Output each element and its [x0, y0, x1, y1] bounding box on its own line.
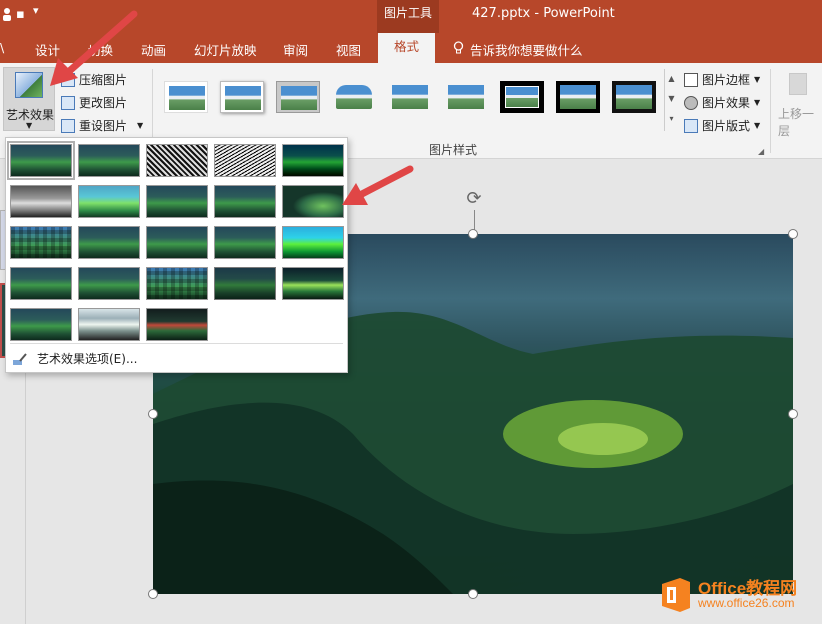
effect-mosaic-bubbles[interactable] [214, 226, 276, 259]
artistic-effects-options-item[interactable]: 艺术效果选项(E)... [12, 350, 137, 367]
picture-styles-group-label: 图片样式 [429, 143, 478, 157]
resize-handle[interactable] [148, 589, 158, 599]
pen-icon [684, 72, 698, 87]
resize-handle[interactable] [788, 409, 798, 419]
tab-review[interactable]: 审阅 [283, 40, 308, 59]
picture-border-label: 图片边框 [702, 73, 751, 87]
gallery-more-icon[interactable]: ▾ [665, 109, 678, 129]
watermark: Office教程网 www.office26.com [658, 576, 797, 614]
effect-glow-diffused[interactable] [214, 185, 276, 218]
reset-picture-icon [61, 118, 75, 133]
effects-icon [684, 95, 698, 110]
effect-texturizer[interactable] [78, 267, 140, 300]
tell-me-box[interactable]: 告诉我你想要做什么 [470, 40, 583, 59]
effect-glow-edges[interactable] [146, 308, 208, 341]
separator-icon: ▪ [16, 7, 25, 22]
artistic-effects-icon [15, 72, 43, 98]
menu-separator [10, 343, 343, 344]
effect-none[interactable] [7, 141, 75, 180]
effect-plastic-wrap[interactable] [282, 267, 344, 300]
watermark-title: Office教程网 [698, 579, 798, 598]
dialog-launcher-icon[interactable]: ◢ [758, 147, 764, 156]
picture-style-soft-edge[interactable] [220, 81, 264, 113]
picture-effects-label: 图片效果 [702, 96, 751, 110]
effect-pastels-smooth[interactable] [214, 267, 276, 300]
resize-handle[interactable] [468, 229, 478, 239]
brush-icon [12, 352, 28, 366]
picture-layout-button[interactable]: 图片版式 ▼ [684, 117, 760, 134]
picture-style-simple-frame[interactable] [164, 81, 208, 113]
picture-style-reflected[interactable] [388, 81, 432, 113]
effect-glass[interactable] [282, 226, 344, 259]
picture-style-selected[interactable] [276, 81, 320, 113]
picture-layout-label: 图片版式 [702, 119, 751, 133]
annotation-arrow-icon [342, 165, 414, 205]
picture-style-black-rect[interactable] [612, 81, 656, 113]
effect-chalk-sketch[interactable] [10, 185, 72, 218]
chevron-down-icon: ▼ [26, 121, 33, 130]
effect-crisscross-etching[interactable] [146, 267, 208, 300]
effect-film-grain[interactable] [146, 226, 208, 259]
bring-forward-label[interactable]: 上移一层 [778, 105, 822, 139]
effect-paint-brush[interactable] [146, 185, 208, 218]
effect-cutout[interactable] [10, 308, 72, 341]
effect-blur[interactable] [282, 185, 344, 218]
gallery-scrollbar[interactable]: ▲ ▼ ▾ [664, 69, 678, 131]
chevron-down-icon: ▼ [754, 121, 761, 130]
reset-picture-button[interactable]: 重设图片 ▼ [61, 117, 143, 134]
effect-line-drawing[interactable] [282, 144, 344, 177]
lightbulb-icon [453, 41, 464, 55]
effect-marker[interactable] [78, 144, 140, 177]
tab-partial-left[interactable]: \ [0, 40, 4, 55]
effect-photocopy[interactable] [78, 308, 140, 341]
customize-qat-icon[interactable]: ▾ [33, 4, 39, 17]
change-picture-button[interactable]: 更改图片 [61, 94, 127, 111]
picture-style-rounded[interactable] [332, 81, 376, 113]
effect-watercolor-sponge[interactable] [78, 226, 140, 259]
annotation-arrow-icon [50, 10, 138, 86]
watermark-url: www.office26.com [698, 596, 795, 610]
change-picture-label: 更改图片 [79, 96, 128, 110]
picture-style-soft[interactable] [444, 81, 488, 113]
reset-picture-label: 重设图片 [79, 119, 128, 133]
user-icon[interactable] [2, 7, 12, 25]
picture-style-thick-black[interactable] [556, 81, 600, 113]
effect-pencil-grayscale[interactable] [146, 144, 208, 177]
tab-animations[interactable]: 动画 [141, 40, 166, 59]
tab-slideshow[interactable]: 幻灯片放映 [194, 40, 257, 59]
tab-view[interactable]: 视图 [336, 40, 361, 59]
scroll-down-icon[interactable]: ▼ [665, 89, 678, 109]
effect-pencil-sketch[interactable] [214, 144, 276, 177]
context-tab-picture-tools: 图片工具 [377, 0, 439, 33]
office-logo-icon [658, 576, 692, 614]
effect-paint-strokes[interactable] [78, 185, 140, 218]
tab-format[interactable]: 格式 [378, 33, 436, 64]
picture-style-black-frame[interactable] [500, 81, 544, 113]
scroll-up-icon[interactable]: ▲ [665, 69, 678, 89]
layout-icon [684, 118, 698, 133]
resize-handle[interactable] [148, 409, 158, 419]
chevron-down-icon: ▼ [754, 75, 761, 84]
effect-light-screen[interactable] [10, 226, 72, 259]
effect-cement[interactable] [10, 267, 72, 300]
group-separator [770, 69, 771, 153]
chevron-down-icon: ▼ [754, 98, 761, 107]
bring-forward-icon[interactable] [789, 73, 807, 95]
artistic-effects-options-label: 艺术效果选项(E)... [37, 352, 138, 366]
artistic-effects-gallery: 艺术效果选项(E)... [5, 137, 348, 373]
window-title: 427.pptx - PowerPoint [472, 6, 615, 21]
rotate-handle-icon[interactable]: ⟳ [463, 188, 485, 210]
resize-handle[interactable] [468, 589, 478, 599]
change-picture-icon [61, 95, 75, 110]
picture-effects-button[interactable]: 图片效果 ▼ [684, 94, 760, 111]
picture-border-button[interactable]: 图片边框 ▼ [684, 71, 760, 88]
resize-handle[interactable] [788, 229, 798, 239]
chevron-down-icon[interactable]: ▼ [137, 121, 143, 130]
